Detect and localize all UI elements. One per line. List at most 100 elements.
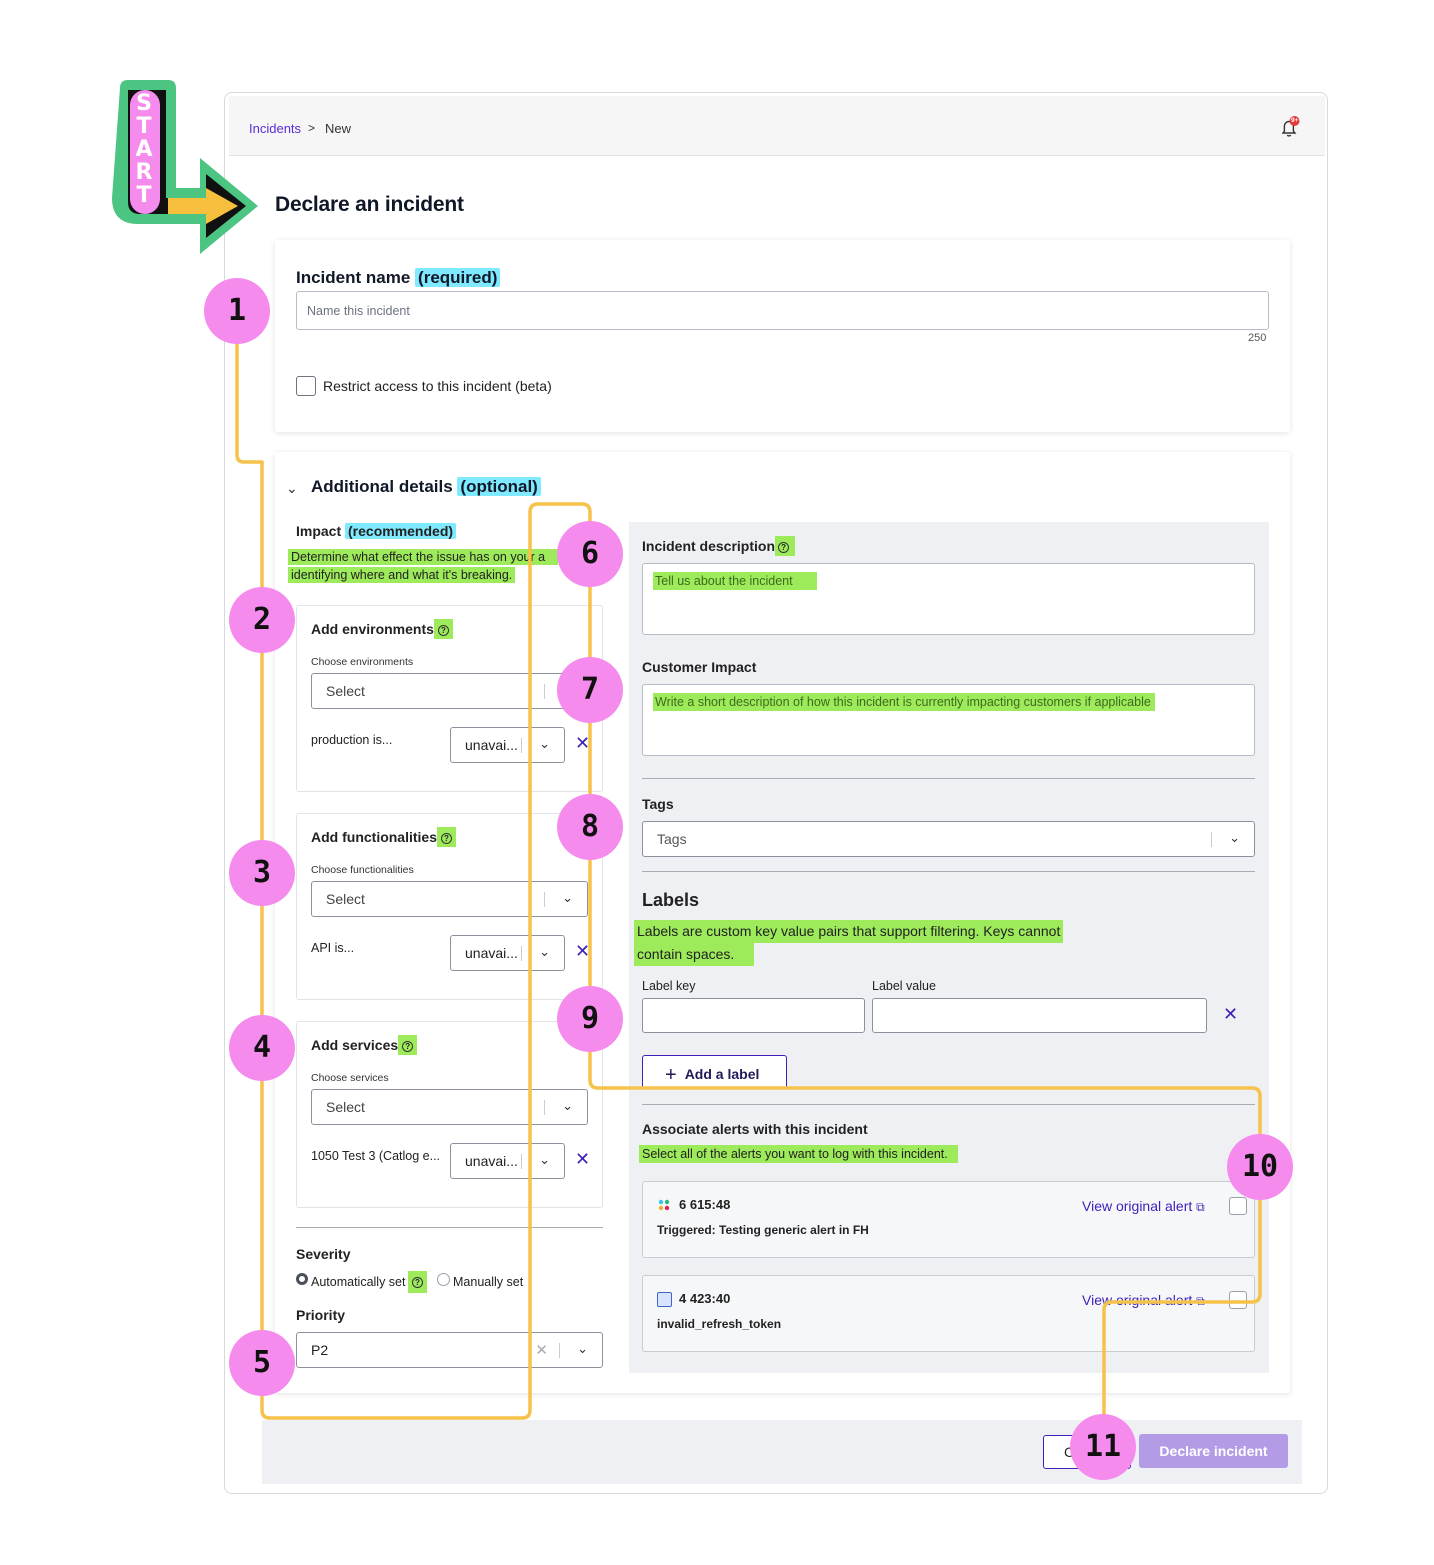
priority-select[interactable]: P2 ✕ ⌄ <box>296 1332 603 1368</box>
impact-heading: Impact (recommended) <box>296 523 457 539</box>
associate-alerts-description: Select all of the alerts you want to log… <box>639 1145 958 1163</box>
remove-environment-close-icon[interactable]: ✕ <box>575 733 590 754</box>
label-value-input[interactable] <box>872 998 1207 1033</box>
services-title: Add services <box>311 1037 399 1053</box>
alert-source-icon <box>657 1198 671 1212</box>
breadcrumb-current: New <box>325 121 352 136</box>
severity-help: ? <box>408 1271 427 1293</box>
choose-environments-label: Choose environments <box>311 656 414 668</box>
impact-label: Impact <box>296 523 342 539</box>
chevron-down-icon: ⌄ <box>562 1098 573 1113</box>
chevron-down-icon: ⌄ <box>539 736 550 751</box>
incident-name-input[interactable]: Name this incident <box>296 291 1269 330</box>
chevron-down-icon: ⌄ <box>577 1341 588 1356</box>
help-icon[interactable]: ? <box>778 542 790 553</box>
label-key-input[interactable] <box>642 998 865 1033</box>
divider <box>642 1104 1255 1105</box>
recommended-tag: (recommended) <box>345 523 457 539</box>
alert-select-checkbox[interactable] <box>1229 1197 1247 1215</box>
labels-desc-line1: Labels are custom key value pairs that s… <box>634 920 1064 943</box>
incident-description-heading: Incident description? <box>642 536 796 556</box>
char-counter: 250 <box>1248 332 1267 344</box>
functionalities-select[interactable]: Select ⌄ <box>311 881 588 917</box>
chevron-down-icon: ⌄ <box>539 1152 550 1167</box>
services-select[interactable]: Select ⌄ <box>311 1089 588 1125</box>
alert-source-icon <box>657 1292 672 1307</box>
step-pin-4: 4 <box>229 1015 295 1081</box>
label-value-caption: Label value <box>872 979 936 993</box>
optional-tag: (optional) <box>457 477 541 496</box>
environments-select[interactable]: Select ⌄ <box>311 673 588 709</box>
chevron-down-icon: ⌄ <box>1229 830 1240 845</box>
divider <box>642 871 1255 872</box>
severity-manual-radio[interactable] <box>437 1273 450 1286</box>
restrict-access-checkbox[interactable] <box>296 376 316 396</box>
incident-description-textarea[interactable]: Tell us about the incident <box>642 563 1255 635</box>
customer-impact-placeholder: Write a short description of how this in… <box>653 693 1155 711</box>
chevron-down-icon: ⌄ <box>539 944 550 959</box>
severity-heading: Severity <box>296 1246 351 1262</box>
divider <box>642 778 1255 779</box>
remove-functionality-close-icon[interactable]: ✕ <box>575 941 590 962</box>
tags-heading: Tags <box>642 796 674 812</box>
top-bar <box>229 96 1325 156</box>
add-label-button[interactable]: + Add a label <box>642 1055 787 1089</box>
clear-icon[interactable]: ✕ <box>535 1341 548 1359</box>
incident-description-placeholder: Tell us about the incident <box>653 572 817 590</box>
functionalities-title: Add functionalities <box>311 829 437 845</box>
incident-name-heading: Incident name (required) <box>296 268 501 288</box>
view-original-alert-link[interactable]: View original alert ⧉ <box>1082 1292 1205 1309</box>
plus-icon: + <box>665 1064 677 1086</box>
breadcrumb-separator: > <box>308 121 316 135</box>
notification-bell-icon[interactable]: 9+ <box>1278 116 1302 140</box>
restrict-access-label: Restrict access to this incident (beta) <box>323 378 552 394</box>
services-heading: Add services? <box>311 1035 418 1055</box>
priority-value: P2 <box>311 1342 329 1358</box>
help-icon[interactable]: ? <box>437 625 449 636</box>
breadcrumb-incidents-link[interactable]: Incidents <box>249 121 301 136</box>
severity-auto-label: Automatically set <box>311 1275 406 1289</box>
severity-auto-radio[interactable] <box>296 1273 308 1285</box>
labels-desc-line2: contain spaces. <box>634 943 755 966</box>
incident-name-label: Incident name <box>296 268 411 287</box>
functionality-item-name: API is... <box>311 941 355 955</box>
alert-title: invalid_refresh_token <box>657 1317 782 1331</box>
collapse-chevron-icon[interactable]: ⌄ <box>286 480 298 497</box>
step-pin-10: 10 <box>1227 1134 1293 1200</box>
impact-desc-line2: identifying where and what it's breaking… <box>288 567 516 583</box>
remove-service-close-icon[interactable]: ✕ <box>575 1149 590 1170</box>
functionalities-heading: Add functionalities? <box>311 827 456 847</box>
severity-manual-label: Manually set <box>453 1275 524 1289</box>
help-icon[interactable]: ? <box>441 833 452 844</box>
step-pin-11: 11 <box>1070 1414 1136 1480</box>
environments-heading: Add environments? <box>311 619 453 639</box>
external-link-icon: ⧉ <box>1196 1200 1205 1214</box>
labels-description: Labels are custom key value pairs that s… <box>634 920 1064 966</box>
view-original-alert-link[interactable]: View original alert ⧉ <box>1082 1198 1205 1215</box>
step-pin-5: 5 <box>229 1330 295 1396</box>
help-icon[interactable]: ? <box>412 1277 423 1288</box>
remove-label-close-icon[interactable]: ✕ <box>1223 1004 1238 1025</box>
functionality-status-select[interactable]: unavai... ⌄ <box>450 935 565 971</box>
service-status-select[interactable]: unavai... ⌄ <box>450 1143 565 1179</box>
declare-incident-button[interactable]: Declare incident <box>1139 1434 1288 1468</box>
label-key-caption: Label key <box>642 979 696 993</box>
incident-description-title: Incident description <box>642 538 776 554</box>
alert-select-checkbox[interactable] <box>1229 1291 1247 1309</box>
tags-select[interactable]: Tags ⌄ <box>642 821 1255 857</box>
impact-description: Determine what effect the issue has on y… <box>288 549 558 583</box>
step-pin-7: 7 <box>557 657 623 723</box>
choose-services-label: Choose services <box>311 1072 389 1084</box>
divider <box>296 1227 603 1228</box>
notification-badge: 9+ <box>1291 117 1299 124</box>
customer-impact-textarea[interactable]: Write a short description of how this in… <box>642 684 1255 756</box>
alert-card <box>642 1275 1255 1352</box>
alert-title: Triggered: Testing generic alert in FH <box>657 1223 869 1237</box>
help-icon[interactable]: ? <box>402 1041 414 1052</box>
environment-status-value: unavai... <box>465 737 518 753</box>
services-select-value: Select <box>326 1099 365 1115</box>
environment-status-select[interactable]: unavai... ⌄ <box>450 727 565 763</box>
service-status-value: unavai... <box>465 1153 518 1169</box>
additional-details-heading[interactable]: Additional details (optional) <box>311 477 541 497</box>
priority-heading: Priority <box>296 1307 346 1323</box>
